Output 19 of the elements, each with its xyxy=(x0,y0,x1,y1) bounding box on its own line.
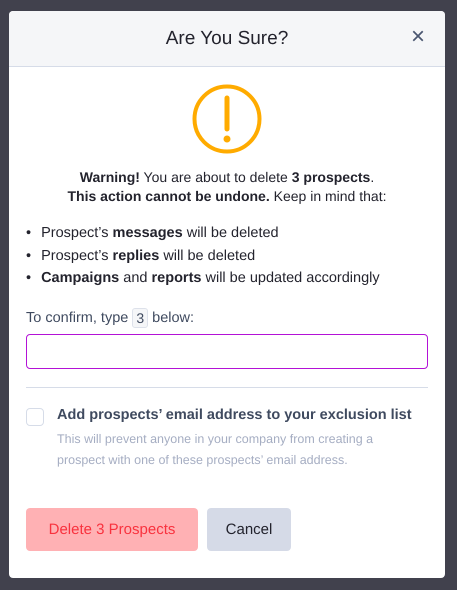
confirm-label: To confirm, type xyxy=(26,310,128,326)
exclusion-help-text: This will prevent anyone in your company from creating a prospect with one of these prospects’ email address. xyxy=(57,430,374,469)
confirm-label: below: xyxy=(152,310,194,326)
warning-text: This action cannot be undone. Keep in mind that: xyxy=(68,187,386,206)
exclusion-checkbox[interactable] xyxy=(26,408,44,426)
confirm-input-field[interactable] xyxy=(26,334,428,368)
dialog-title: Are You Sure? xyxy=(166,28,288,50)
cancel-button[interactable]: Cancel xyxy=(207,508,291,550)
bullet-text: Campaigns and reports will be updated accordingly xyxy=(41,269,380,288)
exclusion-label: Add prospects’ email address to your exclusion list xyxy=(57,406,412,422)
bullet-text: Prospect’s replies will be deleted xyxy=(41,246,256,266)
bullet-marker: • xyxy=(26,224,32,243)
close-button[interactable]: × xyxy=(408,25,427,49)
bullet-marker: • xyxy=(26,269,32,288)
warning-icon xyxy=(192,84,262,154)
confirm-code: 3 xyxy=(132,308,148,328)
warning-text: Warning! You are about to delete 3 prospects. xyxy=(80,168,374,187)
bullet-marker: • xyxy=(26,246,32,266)
bullet-text: Prospect’s messages will be deleted xyxy=(41,224,279,243)
